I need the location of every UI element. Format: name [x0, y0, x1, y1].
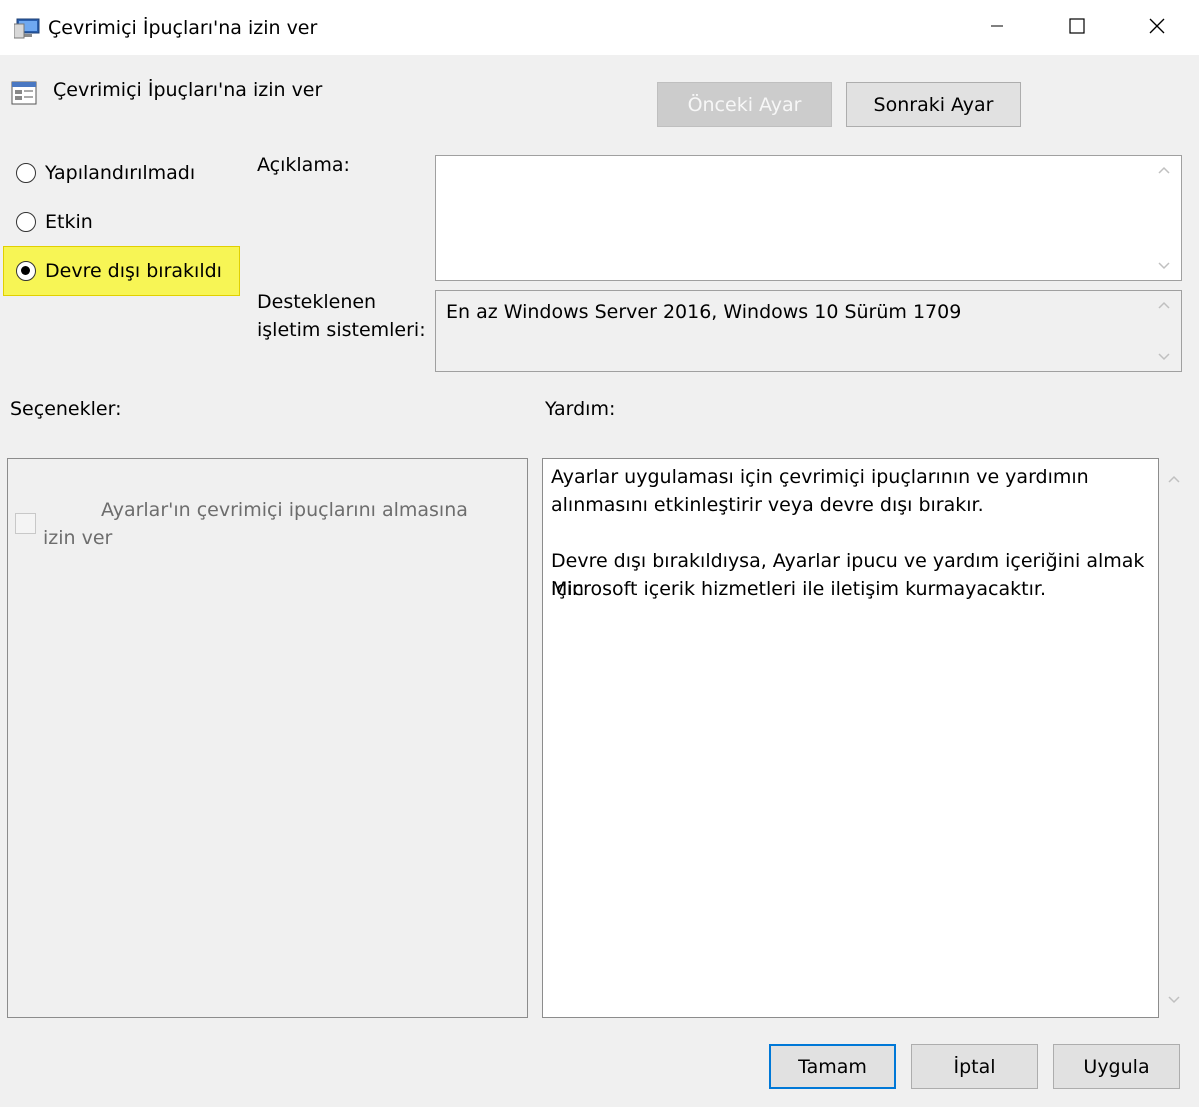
ok-button[interactable]: Tamam: [769, 1044, 896, 1089]
supported-label-line1: Desteklenen: [257, 291, 377, 313]
comment-textbox[interactable]: [435, 155, 1182, 281]
scroll-up-icon: [1168, 468, 1180, 487]
close-icon: [1149, 18, 1165, 38]
help-panel: Ayarlar uygulaması için çevrimiçi ipuçla…: [542, 458, 1159, 1018]
close-button[interactable]: [1117, 0, 1197, 55]
help-paragraph-2-line-2: Microsoft içerik hizmetleri ile iletişim…: [551, 578, 1046, 600]
policy-setting-icon: [10, 78, 40, 108]
comment-scrollbar[interactable]: [1147, 156, 1181, 280]
scroll-up-icon: [1158, 162, 1170, 178]
cancel-button[interactable]: İptal: [911, 1044, 1038, 1089]
help-scrollbar[interactable]: [1162, 458, 1186, 1018]
allow-online-tips-checkbox[interactable]: [15, 513, 36, 534]
radio-circle: [16, 163, 36, 183]
next-setting-button[interactable]: Sonraki Ayar: [846, 82, 1021, 127]
radio-enabled[interactable]: Etkin: [16, 211, 93, 233]
radio-not-configured[interactable]: Yapılandırılmadı: [16, 162, 195, 184]
minimize-icon: [990, 18, 1004, 37]
help-paragraph-1-line-1: Ayarlar uygulaması için çevrimiçi ipuçla…: [551, 466, 1089, 488]
checkbox-label-line1: Ayarlar'ın çevrimiçi ipuçlarını almasına: [101, 499, 468, 521]
maximize-button[interactable]: [1037, 0, 1117, 55]
options-label: Seçenekler:: [10, 398, 122, 420]
scroll-down-icon: [1158, 258, 1170, 274]
radio-disabled[interactable]: Devre dışı bırakıldı: [16, 260, 222, 282]
supported-on-textbox: En az Windows Server 2016, Windows 10 Sü…: [435, 290, 1182, 372]
comment-label: Açıklama:: [257, 154, 350, 176]
scroll-up-icon: [1158, 297, 1170, 313]
apply-button[interactable]: Uygula: [1053, 1044, 1180, 1089]
maximize-icon: [1069, 17, 1085, 38]
supported-label-line2: işletim sistemleri:: [257, 319, 426, 341]
radio-circle: [16, 212, 36, 232]
radio-label: Etkin: [45, 211, 93, 233]
scroll-down-icon: [1158, 349, 1170, 365]
options-panel: Ayarlar'ın çevrimiçi ipuçlarını almasına…: [7, 458, 528, 1018]
app-icon: [13, 16, 42, 40]
scroll-down-icon: [1168, 989, 1180, 1008]
help-paragraph-1-line-2: alınmasını etkinleştirir veya devre dışı…: [551, 494, 984, 516]
radio-circle-checked: [16, 261, 36, 281]
policy-name: Çevrimiçi İpuçları'na izin ver: [53, 79, 323, 101]
window-title: Çevrimiçi İpuçları'na izin ver: [48, 17, 318, 39]
supported-scrollbar[interactable]: [1147, 291, 1181, 371]
checkbox-label-line2: izin ver: [43, 527, 113, 549]
supported-value: En az Windows Server 2016, Windows 10 Sü…: [446, 301, 962, 323]
radio-label: Devre dışı bırakıldı: [45, 260, 222, 282]
help-label: Yardım:: [545, 398, 616, 420]
radio-label: Yapılandırılmadı: [45, 162, 196, 184]
previous-setting-button[interactable]: Önceki Ayar: [657, 82, 832, 127]
minimize-button[interactable]: [957, 0, 1037, 55]
